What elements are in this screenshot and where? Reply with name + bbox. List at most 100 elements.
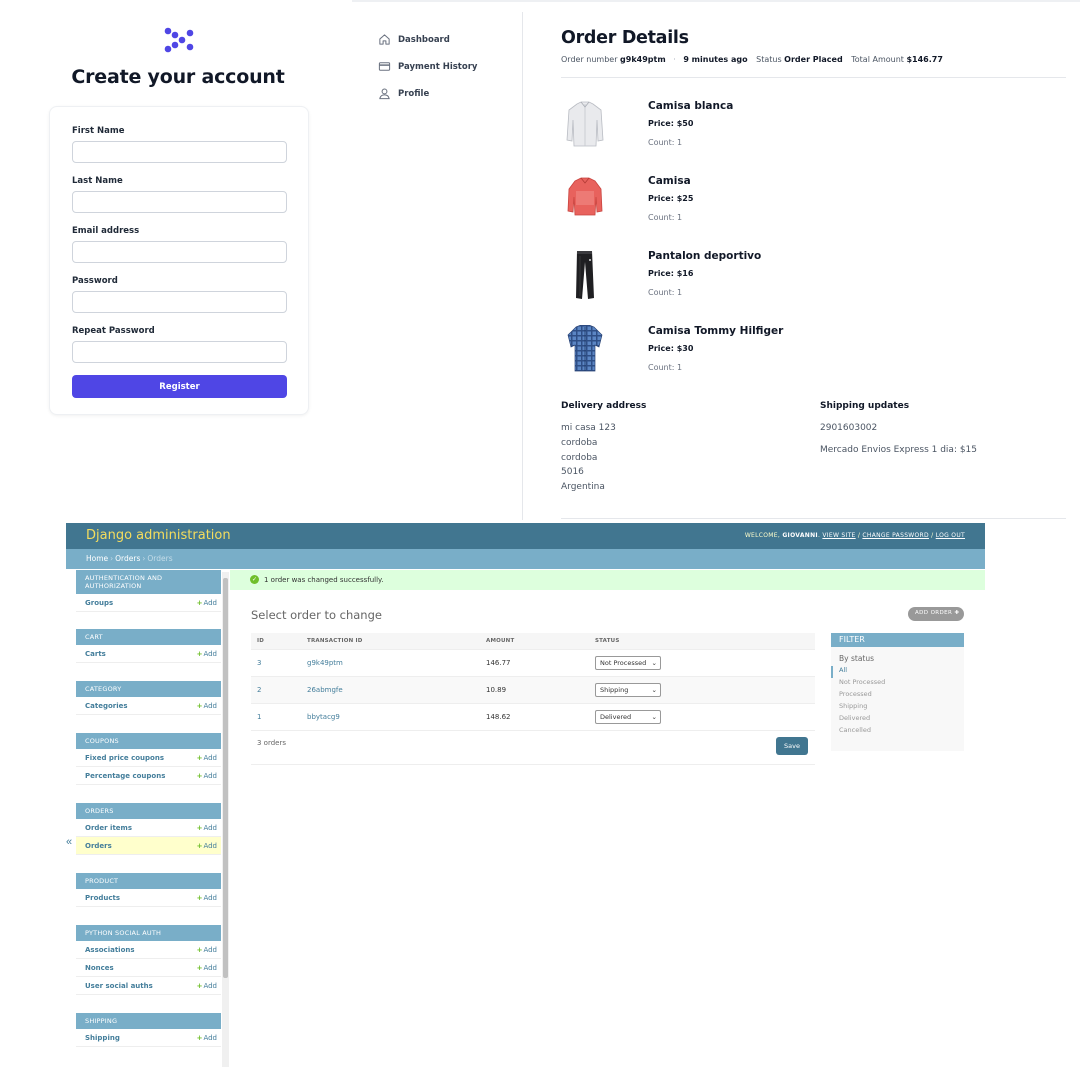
- filter-option-cancelled[interactable]: Cancelled: [831, 726, 964, 738]
- model-row-carts[interactable]: Carts +Add: [76, 645, 221, 663]
- model-row-user-social-auths[interactable]: User social auths +Add: [76, 977, 221, 995]
- toggle-sidebar-icon[interactable]: «: [66, 836, 72, 848]
- model-link[interactable]: Associations: [85, 946, 135, 954]
- order-meta: Order number g9k49ptm · 9 minutes ago St…: [561, 55, 1066, 64]
- app-caption[interactable]: CATEGORY: [76, 681, 221, 697]
- app-caption[interactable]: COUPONS: [76, 733, 221, 749]
- item-name: Camisa blanca: [648, 100, 734, 112]
- app-category: CATEGORY Categories +Add: [76, 681, 221, 715]
- email-input[interactable]: [72, 241, 287, 263]
- app-caption[interactable]: PYTHON SOCIAL AUTH: [76, 925, 221, 941]
- view-site-link[interactable]: VIEW SITE: [822, 532, 855, 539]
- add-link[interactable]: +Add: [197, 754, 217, 762]
- app-caption[interactable]: AUTHENTICATION AND AUTHORIZATION: [76, 570, 221, 594]
- plus-icon: +: [196, 894, 203, 902]
- repeat-password-input[interactable]: [72, 341, 287, 363]
- model-row-percentage-coupons[interactable]: Percentage coupons +Add: [76, 767, 221, 785]
- nav-item-payment-history[interactable]: Payment History: [378, 53, 518, 80]
- filter-option-not-processed[interactable]: Not Processed: [831, 678, 964, 690]
- amount-cell: 148.62: [480, 703, 589, 731]
- logout-link[interactable]: LOG OUT: [936, 532, 965, 539]
- app-caption[interactable]: ORDERS: [76, 803, 221, 819]
- site-branding[interactable]: Django administration: [86, 528, 231, 543]
- first-name-input[interactable]: [72, 141, 287, 163]
- add-link[interactable]: +Add: [197, 1034, 217, 1042]
- nav-item-profile[interactable]: Profile: [378, 80, 518, 107]
- model-link[interactable]: Groups: [85, 599, 113, 607]
- add-link[interactable]: +Add: [197, 946, 217, 954]
- model-row-orders[interactable]: Orders +Add: [76, 837, 221, 855]
- add-link[interactable]: +Add: [197, 982, 217, 990]
- breadcrumb-home[interactable]: Home: [86, 554, 108, 563]
- django-admin: Django administration WELCOME, GIOVANNI.…: [66, 523, 985, 1067]
- filter-title: FILTER: [831, 633, 964, 647]
- app-caption[interactable]: PRODUCT: [76, 873, 221, 889]
- model-row-categories[interactable]: Categories +Add: [76, 697, 221, 715]
- model-link[interactable]: Orders: [85, 842, 112, 850]
- transaction-id-link[interactable]: 26abmgfe: [307, 686, 343, 694]
- app-caption[interactable]: SHIPPING: [76, 1013, 221, 1029]
- status-select[interactable]: Not Processed ⌄: [595, 655, 661, 670]
- app-caption[interactable]: CART: [76, 629, 221, 645]
- status-select[interactable]: Shipping ⌄: [595, 682, 661, 697]
- change-password-link[interactable]: CHANGE PASSWORD: [862, 532, 929, 539]
- add-link[interactable]: +Add: [197, 599, 217, 607]
- order-id-link[interactable]: 3: [257, 659, 261, 667]
- column-header-status[interactable]: STATUS: [589, 633, 815, 650]
- nav-item-dashboard[interactable]: Dashboard: [378, 26, 518, 53]
- transaction-id-link[interactable]: bbytacg9: [307, 713, 340, 721]
- model-link[interactable]: Carts: [85, 650, 106, 658]
- column-header-transaction-id[interactable]: TRANSACTION ID: [301, 633, 480, 650]
- model-row-shipping[interactable]: Shipping +Add: [76, 1029, 221, 1047]
- transaction-id-cell: bbytacg9: [301, 703, 480, 731]
- first-name-label: First Name: [72, 126, 125, 136]
- add-order-button[interactable]: ADD ORDER ✚: [908, 607, 964, 621]
- item-price: Price: $50: [648, 119, 694, 128]
- model-link[interactable]: Percentage coupons: [85, 772, 165, 780]
- breadcrumb-app[interactable]: Orders: [115, 554, 140, 563]
- save-button[interactable]: Save: [776, 737, 808, 755]
- model-link[interactable]: Products: [85, 894, 120, 902]
- model-link[interactable]: User social auths: [85, 982, 153, 990]
- model-link[interactable]: Categories: [85, 702, 128, 710]
- add-link[interactable]: +Add: [197, 824, 217, 832]
- scrollbar-thumb[interactable]: [223, 578, 228, 978]
- filter-option-all[interactable]: All: [831, 666, 964, 678]
- model-row-nonces[interactable]: Nonces +Add: [76, 959, 221, 977]
- add-link[interactable]: +Add: [197, 650, 217, 658]
- model-link[interactable]: Fixed price coupons: [85, 754, 164, 762]
- delivery-address-line: cordoba: [561, 438, 598, 448]
- model-link[interactable]: Nonces: [85, 964, 114, 972]
- order-id-link[interactable]: 2: [257, 686, 261, 694]
- add-label: Add: [203, 894, 217, 902]
- add-link[interactable]: +Add: [197, 894, 217, 902]
- filter-option-processed[interactable]: Processed: [831, 690, 964, 702]
- column-header-id[interactable]: ID: [251, 633, 301, 650]
- order-id-link[interactable]: 1: [257, 713, 261, 721]
- model-link[interactable]: Order items: [85, 824, 132, 832]
- column-header-amount[interactable]: AMOUNT: [480, 633, 589, 650]
- model-link[interactable]: Shipping: [85, 1034, 120, 1042]
- status-select[interactable]: Delivered ⌄: [595, 709, 661, 724]
- model-row-groups[interactable]: Groups +Add: [76, 594, 221, 612]
- item-name: Pantalon deportivo: [648, 250, 762, 262]
- plus-icon: +: [196, 946, 203, 954]
- password-input[interactable]: [72, 291, 287, 313]
- filter-option-shipping[interactable]: Shipping: [831, 702, 964, 714]
- filter-option-delivered[interactable]: Delivered: [831, 714, 964, 726]
- transaction-id-link[interactable]: g9k49ptm: [307, 659, 343, 667]
- model-row-associations[interactable]: Associations +Add: [76, 941, 221, 959]
- model-row-products[interactable]: Products +Add: [76, 889, 221, 907]
- delivery-address-line: Argentina: [561, 482, 605, 492]
- app-product: PRODUCT Products +Add: [76, 873, 221, 907]
- add-label: Add: [203, 946, 217, 954]
- register-button[interactable]: Register: [72, 375, 287, 398]
- add-link[interactable]: +Add: [197, 842, 217, 850]
- model-row-fixed-price-coupons[interactable]: Fixed price coupons +Add: [76, 749, 221, 767]
- model-row-order-items[interactable]: Order items +Add: [76, 819, 221, 837]
- add-link[interactable]: +Add: [197, 772, 217, 780]
- sidebar-scrollbar[interactable]: [222, 572, 229, 1067]
- add-link[interactable]: +Add: [197, 702, 217, 710]
- last-name-input[interactable]: [72, 191, 287, 213]
- add-link[interactable]: +Add: [197, 964, 217, 972]
